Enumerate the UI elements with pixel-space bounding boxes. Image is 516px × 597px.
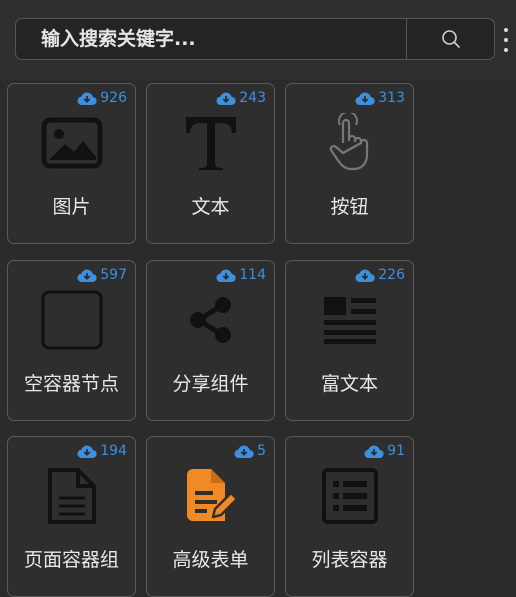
component-card-empty-container[interactable]: 597 空容器节点 — [7, 260, 136, 421]
more-menu-icon[interactable] — [503, 28, 509, 52]
cloud-download-icon — [77, 92, 97, 105]
download-count: 926 — [77, 90, 127, 106]
download-count: 597 — [77, 267, 127, 283]
download-count: 114 — [216, 267, 266, 283]
component-label: 文本 — [191, 196, 230, 218]
document-icon — [40, 467, 104, 525]
list-icon — [318, 467, 382, 525]
component-card-page-container[interactable]: 194 页面容器组 — [7, 436, 136, 597]
component-card-rich-text[interactable]: 226 富文本 — [285, 260, 414, 421]
component-card-share[interactable]: 114 分享组件 — [146, 260, 275, 421]
square-icon — [40, 290, 104, 350]
component-label: 高级表单 — [172, 549, 249, 571]
download-count: 91 — [364, 443, 405, 459]
share-icon — [179, 291, 243, 349]
search-button[interactable] — [406, 19, 494, 59]
download-count: 5 — [234, 443, 266, 459]
component-card-image[interactable]: 926 图片 — [7, 83, 136, 244]
cloud-download-icon — [77, 445, 97, 458]
cloud-download-icon — [355, 92, 375, 105]
component-label: 按钮 — [330, 196, 369, 218]
component-label: 空容器节点 — [23, 373, 119, 395]
cloud-download-icon — [216, 92, 236, 105]
cloud-download-icon — [234, 445, 254, 458]
search-input[interactable] — [16, 19, 406, 59]
image-icon — [40, 114, 104, 172]
component-card-list-container[interactable]: 91 列表容器 — [285, 436, 414, 597]
form-edit-icon — [179, 467, 243, 525]
component-card-text[interactable]: 243 文本 — [146, 83, 275, 244]
download-count: 194 — [77, 443, 127, 459]
cloud-download-icon — [77, 269, 97, 282]
component-label: 图片 — [52, 196, 91, 218]
component-label: 列表容器 — [311, 549, 388, 571]
top-bar — [0, 0, 516, 80]
component-label: 分享组件 — [172, 373, 249, 395]
download-count: 226 — [355, 267, 405, 283]
component-card-advanced-form[interactable]: 5 高级表单 — [146, 436, 275, 597]
component-label: 页面容器组 — [23, 549, 119, 571]
cloud-download-icon — [364, 445, 384, 458]
pointer-hand-icon — [318, 113, 382, 172]
component-label: 富文本 — [320, 373, 378, 395]
cloud-download-icon — [355, 269, 375, 282]
rich-text-icon — [318, 291, 382, 349]
cloud-download-icon — [216, 269, 236, 282]
component-card-button[interactable]: 313 按钮 — [285, 83, 414, 244]
download-count: 243 — [216, 90, 266, 106]
search-box — [15, 18, 495, 60]
text-icon — [179, 114, 243, 172]
download-count: 313 — [355, 90, 405, 106]
search-icon — [441, 30, 460, 48]
